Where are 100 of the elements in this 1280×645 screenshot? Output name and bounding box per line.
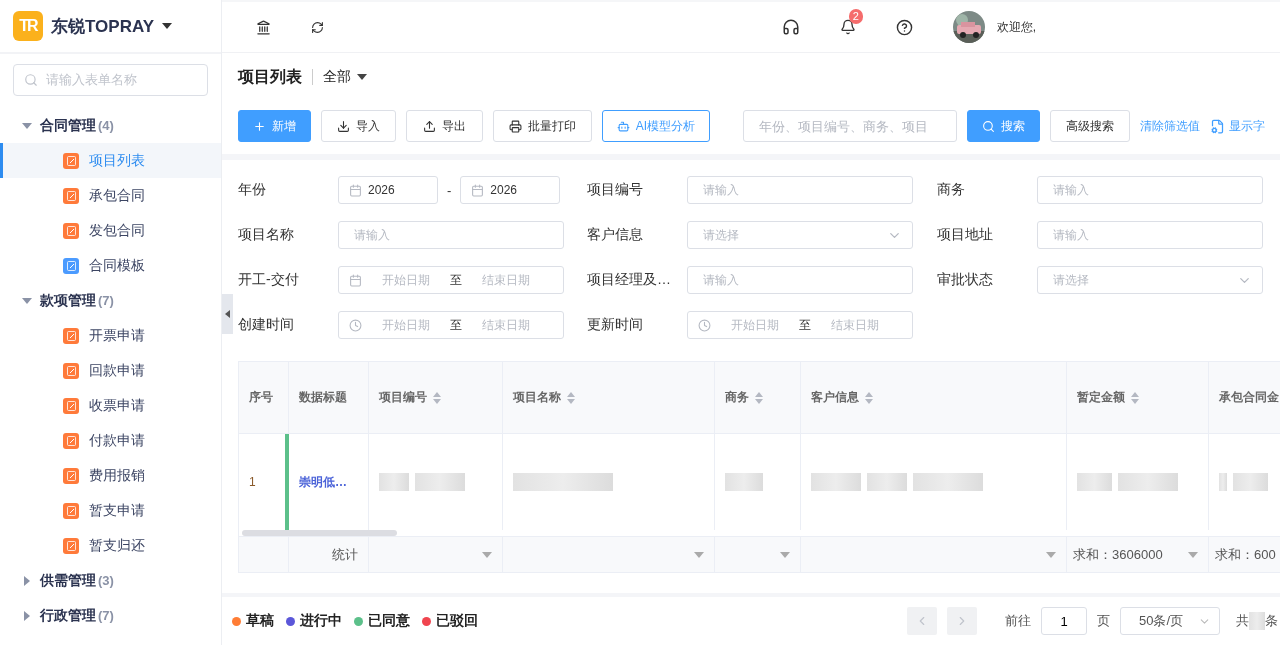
notification-badge: 2 [848,9,863,24]
sidebar-item[interactable]: 暂支归还 [0,528,221,563]
field-label: 商务 [937,181,966,199]
next-page-button[interactable] [947,607,977,635]
field-label: 客户信息 [587,226,644,244]
help-icon[interactable] [895,18,913,36]
sidebar-item[interactable]: 付款申请 [0,423,221,458]
caret-icon [162,23,172,29]
column-header: 序号 [239,362,289,433]
sidebar-item[interactable]: 暂支申请 [0,493,221,528]
sort-icon[interactable] [1131,391,1139,404]
sidebar-item[interactable]: 承包合同 [0,178,221,213]
column-header[interactable]: 项目编号 [369,362,503,433]
page-input[interactable]: 1 [1041,607,1087,635]
bell-icon[interactable] [839,19,856,35]
sidebar-item[interactable]: 收票申请 [0,388,221,423]
caret-icon[interactable] [1188,551,1198,558]
scope-dropdown[interactable]: 全部 [323,68,367,86]
printer-icon [509,119,522,133]
goto-label: 前往 [1005,612,1031,630]
caret-right-icon [24,575,30,586]
sidebar-group[interactable]: 合同管理(4) [0,108,221,143]
caret-icon[interactable] [780,551,790,558]
range-dash: - [447,182,452,198]
upload-icon [423,119,436,133]
legend-label: 已同意 [368,612,410,630]
page-title: 项目列表 [238,66,302,87]
redacted-text [913,473,983,491]
redacted-text [1233,473,1268,491]
redacted-text [867,473,907,491]
sort-icon[interactable] [865,391,873,404]
sidebar-item[interactable]: 回款申请 [0,353,221,388]
sidebar-item[interactable]: 费用报销 [0,458,221,493]
redacted-text [1219,473,1227,491]
sort-icon[interactable] [755,391,763,404]
field-label: 创建时间 [238,316,295,334]
redacted-text [811,473,861,491]
summary-value: 求和：600 [1215,545,1276,564]
robot-icon [616,119,630,133]
clock-icon [698,318,711,332]
date-range-field[interactable]: 开始日期 至 结束日期 [687,311,913,339]
redacted-text [379,473,409,491]
field-label: 年份 [238,181,267,199]
toolbar-button[interactable]: 导入 [321,110,396,142]
calendar-icon [349,183,362,197]
column-header[interactable]: 暂定金额 [1067,362,1209,433]
scrollbar[interactable] [242,530,397,536]
collapse-handle[interactable] [222,294,233,334]
column-header[interactable]: 客户信息 [801,362,1067,433]
page-label: 页 [1097,612,1110,630]
bank-icon[interactable] [256,19,271,35]
summary-label: 统计 [332,545,358,564]
advanced-search-button[interactable]: 高级搜索 [1050,110,1130,142]
file-gear-icon [1210,118,1225,134]
logo: TR [13,11,43,41]
field-label: 开工-交付 [238,271,300,289]
date-range-field[interactable]: 开始日期 至 结束日期 [338,266,564,294]
column-header: 承包合同金 [1209,362,1280,433]
field-label: 项目经理及… [587,271,672,289]
caret-down-icon [22,122,32,129]
sidebar-item[interactable]: 发包合同 [0,213,221,248]
legend-label: 已驳回 [436,612,478,630]
toolbar-button[interactable]: 批量打印 [493,110,592,142]
column-header[interactable]: 项目名称 [503,362,715,433]
total-label: 共 [1236,612,1249,630]
sidebar-item[interactable]: 开票申请 [0,318,221,353]
redacted-text [1249,612,1265,630]
toolbar-button[interactable]: 导出 [406,110,483,142]
brand-name[interactable]: 东锐TOPRAY [51,14,154,38]
redacted-text [1118,473,1178,491]
download-icon [337,119,350,133]
page-size-select[interactable]: 50条/页 [1120,607,1220,635]
calendar-icon [471,183,485,197]
caret-icon[interactable] [694,551,704,558]
plus-icon [253,119,266,133]
legend-label: 草稿 [246,612,274,630]
greeting: 欢迎您, [996,18,1036,36]
sidebar-group[interactable]: 款项管理(7) [0,283,221,318]
search-field[interactable]: 年份、项目编号、商务、项目 [743,110,957,142]
field-label: 项目名称 [238,226,295,244]
year-field[interactable]: 2026 [338,176,438,204]
refresh-icon[interactable] [311,20,324,34]
date-range-field[interactable]: 开始日期 至 结束日期 [338,311,564,339]
sidebar-item[interactable]: 合同模板 [0,248,221,283]
sort-icon[interactable] [433,391,441,404]
headset-icon[interactable] [781,18,800,36]
clock-icon [349,318,362,332]
previous-page-button[interactable] [907,607,937,635]
sidebar-group[interactable]: 供需管理(3) [0,563,221,598]
redacted-text [415,473,465,491]
column-header[interactable]: 商务 [715,362,801,433]
row-title-link[interactable]: 崇明低… [299,473,347,491]
caret-down-icon [22,297,32,304]
legend-label: 进行中 [300,612,342,630]
sort-icon[interactable] [567,391,575,404]
sidebar-group[interactable]: 行政管理(7) [0,598,221,633]
search-icon [982,119,995,133]
caret-icon[interactable] [1046,551,1056,558]
caret-icon[interactable] [482,551,492,558]
year-field[interactable]: 2026 [460,176,561,204]
